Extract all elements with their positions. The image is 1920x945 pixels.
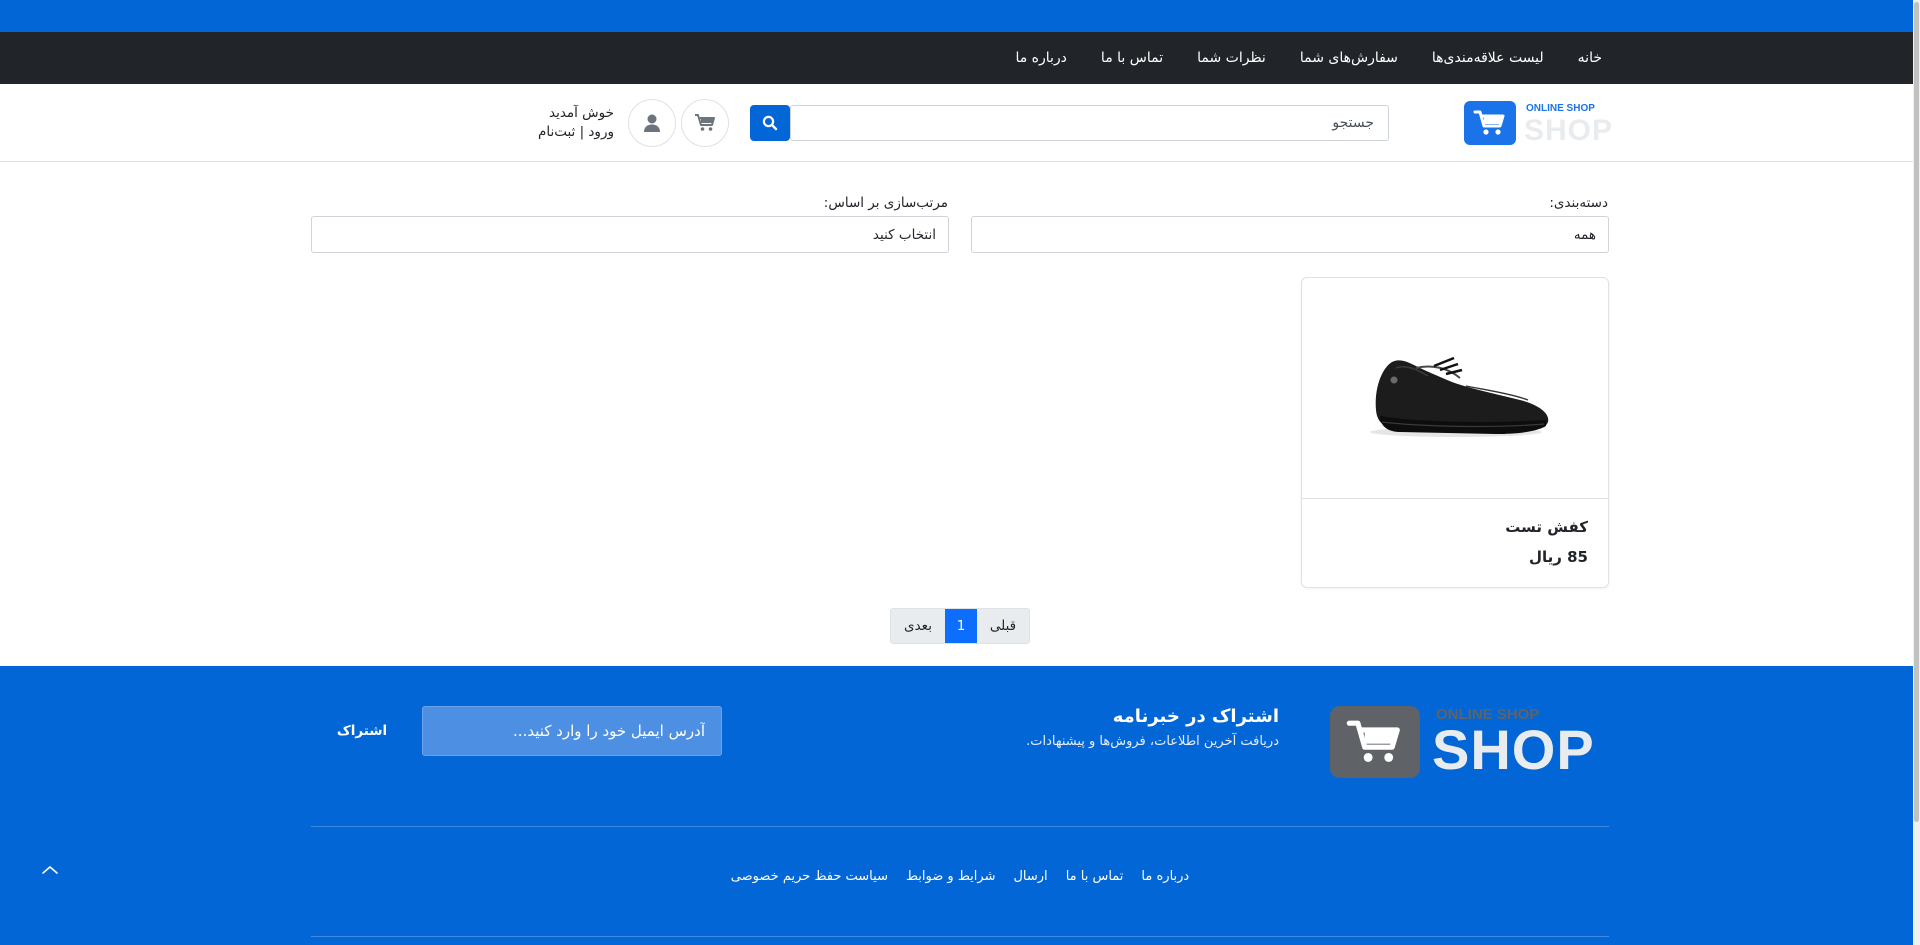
pagination-prev[interactable]: قبلی bbox=[977, 609, 1029, 643]
logo-shop-text: SHOP bbox=[1524, 114, 1614, 147]
scrollbar-thumb[interactable] bbox=[1914, 2, 1919, 822]
login-register-link[interactable]: ورود | ثبت‌نام bbox=[520, 123, 614, 142]
user-icon bbox=[644, 114, 660, 132]
nav-item-contact[interactable]: تماس با ما bbox=[1101, 50, 1163, 66]
newsletter-description: دریافت آخرین اطلاعات، فروش‌ها و پیشنهادا… bbox=[1026, 734, 1279, 749]
product-image[interactable] bbox=[1302, 278, 1608, 499]
footer-link-contact[interactable]: تماس با ما bbox=[1066, 869, 1124, 884]
nav-menu: خانه لیست علاقه‌مندی‌ها سفارش‌های شما نظ… bbox=[1015, 32, 1602, 84]
newsletter-title: اشتراک در خبرنامه bbox=[1112, 706, 1279, 727]
category-label: دسته‌بندی: bbox=[1549, 195, 1608, 211]
nav-item-reviews[interactable]: نظرات شما bbox=[1197, 50, 1266, 66]
footer-divider bbox=[311, 826, 1609, 827]
user-account-button[interactable] bbox=[628, 99, 676, 147]
search-input[interactable] bbox=[790, 105, 1389, 141]
footer-logo-cart-icon bbox=[1330, 706, 1420, 778]
site-footer: ONLINE SHOP SHOP اشتراک در خبرنامه دریاف… bbox=[0, 666, 1920, 945]
product-name[interactable]: کفش تست bbox=[1505, 518, 1588, 536]
shoe-image bbox=[1370, 356, 1549, 437]
top-strip bbox=[0, 0, 1920, 32]
footer-link-privacy[interactable]: سیاست حفظ حریم خصوصی bbox=[731, 869, 888, 884]
category-select-value: همه bbox=[1573, 226, 1596, 243]
footer-logo[interactable]: ONLINE SHOP SHOP bbox=[1330, 706, 1594, 781]
sort-select[interactable]: انتخاب کنید bbox=[311, 216, 949, 253]
nav-item-wishlist[interactable]: لیست علاقه‌مندی‌ها bbox=[1432, 50, 1544, 66]
nav-item-home[interactable]: خانه bbox=[1578, 50, 1602, 66]
search-button[interactable] bbox=[750, 105, 790, 141]
site-header: ONLINE SHOP SHOP خوش آمدید ورود | ثبت‌نا… bbox=[0, 84, 1920, 162]
footer-link-terms[interactable]: شرایط و ضوابط bbox=[906, 869, 996, 884]
nav-item-orders[interactable]: سفارش‌های شما bbox=[1300, 50, 1398, 66]
footer-link-shipping[interactable]: ارسال bbox=[1013, 869, 1047, 884]
pagination-page-1[interactable]: 1 bbox=[945, 609, 977, 643]
category-select[interactable]: همه bbox=[971, 216, 1609, 253]
page-scrollbar[interactable] bbox=[1913, 0, 1920, 945]
sort-label: مرتب‌سازی بر اساس: bbox=[823, 195, 948, 211]
main-navbar: خانه لیست علاقه‌مندی‌ها سفارش‌های شما نظ… bbox=[0, 32, 1920, 84]
search-icon bbox=[762, 115, 778, 131]
footer-link-about[interactable]: درباره ما bbox=[1141, 869, 1189, 884]
logo-cart-icon bbox=[1464, 101, 1516, 145]
product-card[interactable]: کفش تست 85 ریال bbox=[1301, 277, 1609, 588]
footer-links: درباره ما تماس با ما ارسال شرایط و ضوابط… bbox=[0, 869, 1920, 884]
welcome-block: خوش آمدید ورود | ثبت‌نام bbox=[520, 104, 614, 142]
newsletter-email-input[interactable] bbox=[422, 706, 722, 756]
site-logo[interactable]: ONLINE SHOP SHOP bbox=[1464, 101, 1612, 147]
product-price: 85 ریال bbox=[1528, 548, 1588, 566]
logo-online-text: ONLINE SHOP bbox=[1526, 103, 1595, 114]
nav-item-about[interactable]: درباره ما bbox=[1015, 50, 1066, 66]
cart-button[interactable] bbox=[681, 99, 729, 147]
pagination: قبلی 1 بعدی bbox=[890, 608, 1030, 644]
footer-divider-bottom bbox=[311, 936, 1609, 937]
welcome-text: خوش آمدید bbox=[548, 105, 614, 121]
footer-logo-shop-text: SHOP bbox=[1432, 718, 1595, 781]
pagination-next[interactable]: بعدی bbox=[891, 609, 945, 643]
cart-icon bbox=[695, 114, 715, 131]
sort-select-value: انتخاب کنید bbox=[872, 226, 936, 243]
subscribe-button[interactable]: اشتراک bbox=[322, 706, 402, 756]
